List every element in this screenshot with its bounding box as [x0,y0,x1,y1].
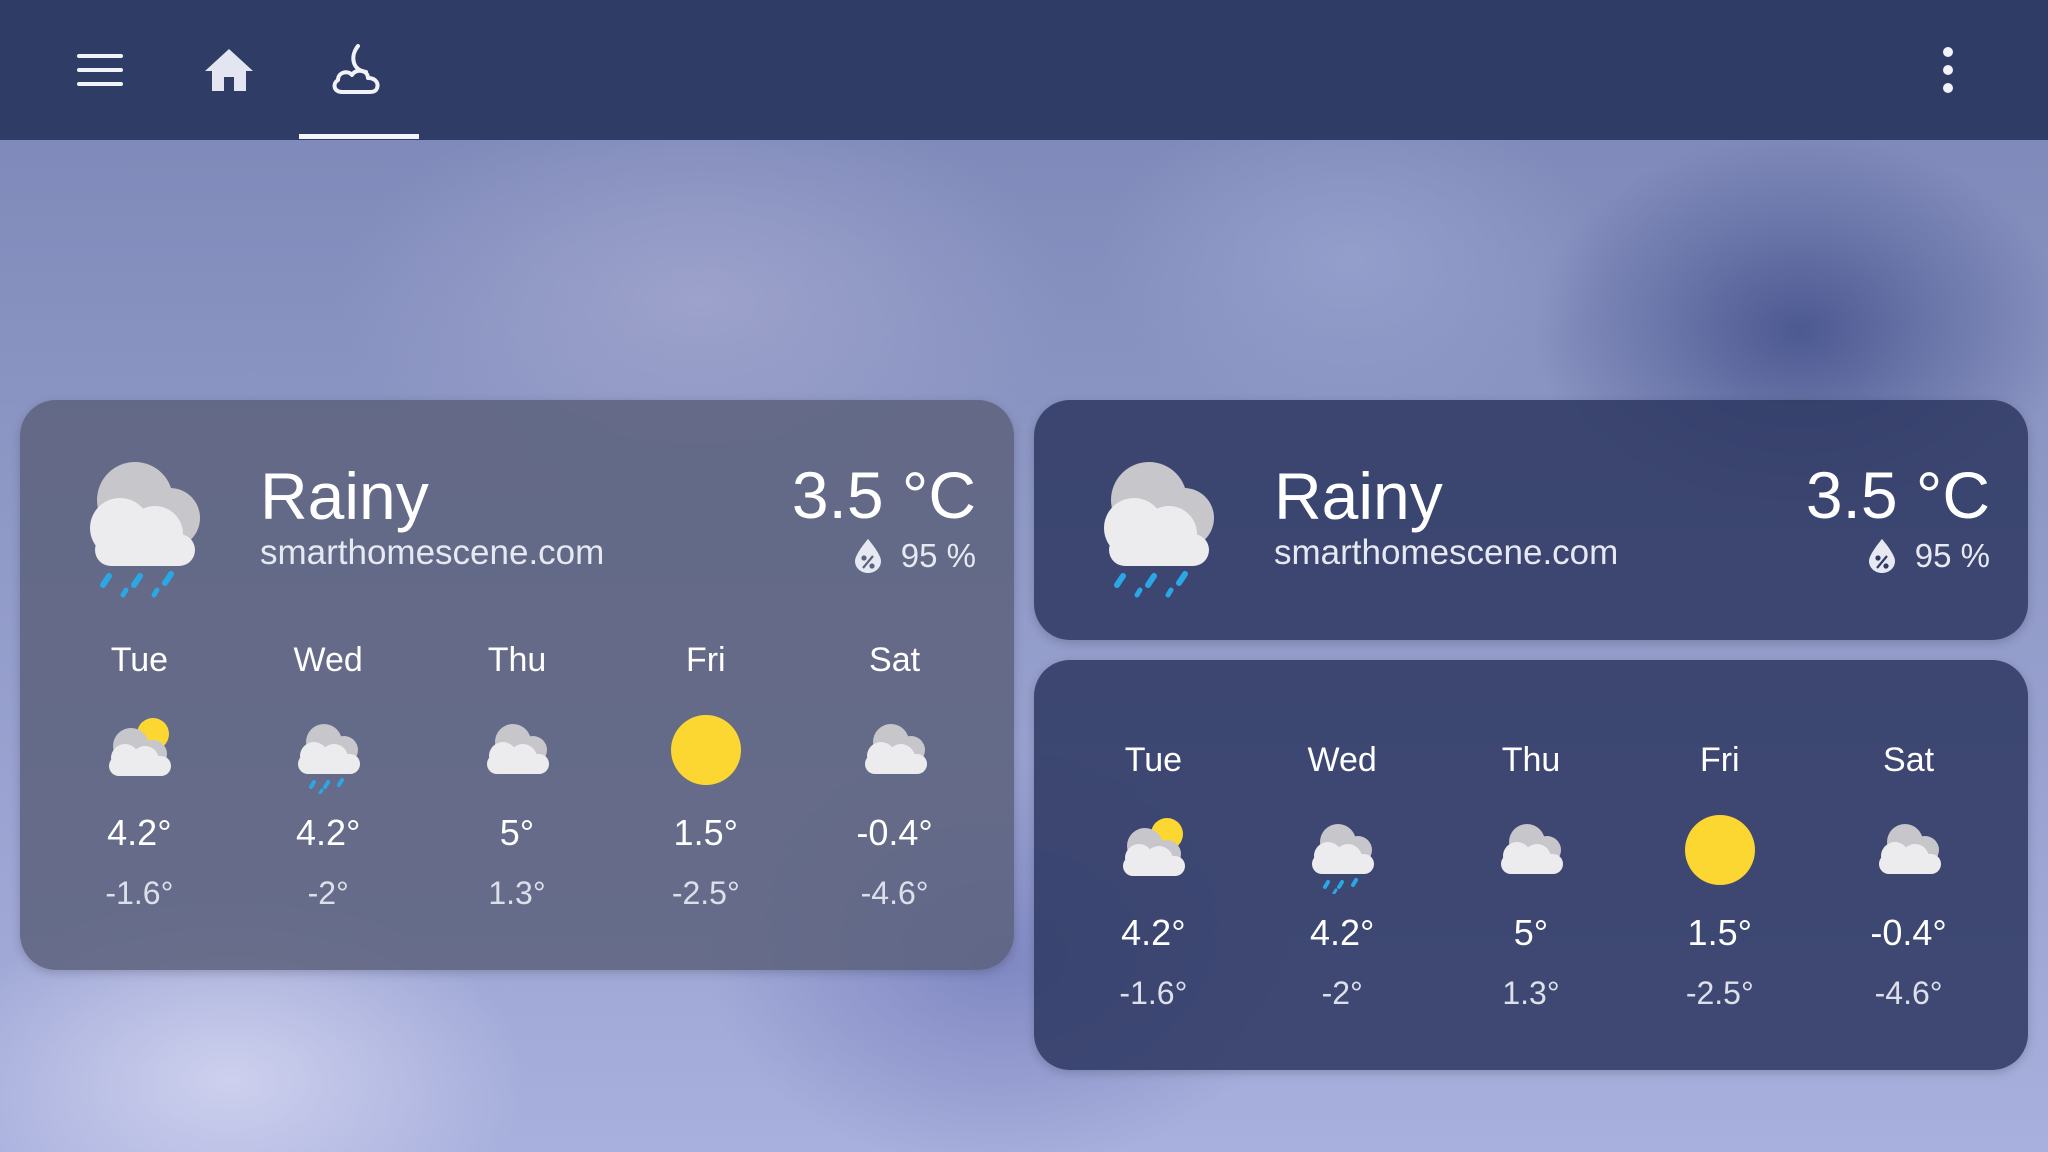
current-temperature: 3.5 °C [791,458,976,532]
cloudy-icon [1500,824,1563,874]
menu-button[interactable] [68,38,132,102]
more-vertical-icon [1943,47,1953,93]
app-toolbar [0,0,2048,140]
forecast-day: Sat -0.4° -4.6° [820,640,970,912]
active-tab-indicator [299,134,419,139]
partly-cloudy-icon [109,718,172,776]
high-temp: -0.4° [856,812,933,853]
high-temp: 5° [499,812,535,853]
weather-night-partly-cloudy-icon [332,44,380,94]
partly-cloudy-icon [1123,818,1186,876]
high-temp: 4.2° [107,812,172,853]
low-temp: -2° [307,875,349,911]
high-temp: 4.2° [1309,912,1375,953]
current-condition: Rainy [1274,459,1443,533]
day-name: Wed [1307,741,1377,779]
forecast-card[interactable]: Tue 4.2° -1.6° Wed 4.2° -2° Thu 5° 1.3° … [1034,660,2028,1070]
day-name: Sat [1883,741,1935,779]
forecast-day: Fri 1.5° -2.5° [1645,740,1795,1012]
sunny-icon [670,715,741,785]
weather-source: smarthomescene.com [260,533,605,572]
cloudy-icon [1878,824,1941,874]
low-temp: -2.5° [1685,975,1754,1011]
forecast-row: Tue 4.2° -1.6° Wed 4.2° -2° Thu 5° 1.3° … [20,640,1014,912]
current-condition: Rainy [260,459,429,533]
cloudy-icon [486,724,549,774]
rain-cloud-icon [298,724,361,794]
low-temp: 1.3° [488,875,546,911]
forecast-day: Wed 4.2° -2° [1267,740,1417,1012]
forecast-row: Tue 4.2° -1.6° Wed 4.2° -2° Thu 5° 1.3° … [1034,740,2028,1012]
rainy-cloud-icon [90,462,200,598]
day-name: Fri [1699,741,1740,779]
high-temp: -0.4° [1870,912,1947,953]
weather-forecast-card[interactable]: Rainy smarthomescene.com 3.5 °C 95 % Tue… [20,400,1014,970]
low-temp: -2° [1321,975,1363,1011]
forecast-day: Fri 1.5° -2.5° [631,640,781,912]
day-name: Tue [110,641,169,679]
humidity-drop-icon [1868,539,1895,573]
forecast-day: Sat -0.4° -4.6° [1834,740,1984,1012]
humidity-value: 95 % [900,537,976,574]
humidity-readout: 95 % [853,536,976,576]
rain-cloud-icon [1312,824,1375,894]
current-weather-card[interactable]: Rainy smarthomescene.com 3.5 °C 95 % [1034,400,2028,640]
high-temp: 4.2° [295,812,361,853]
day-name: Thu [1501,741,1561,779]
day-name: Fri [685,641,726,679]
day-name: Tue [1124,741,1183,779]
forecast-day: Wed 4.2° -2° [253,640,403,912]
home-icon [205,49,253,91]
forecast-day: Tue 4.2° -1.6° [1078,740,1228,1012]
low-temp: -1.6° [105,875,174,911]
more-options-button[interactable] [1916,38,1980,102]
weather-tab[interactable] [326,38,390,102]
current-temperature: 3.5 °C [1805,458,1990,532]
humidity-readout: 95 % [1867,536,1990,576]
low-temp: -2.5° [671,875,740,911]
cloudy-icon [864,724,927,774]
low-temp: -4.6° [860,875,929,911]
weather-source: smarthomescene.com [1274,533,1619,572]
rainy-cloud-icon [1104,462,1214,598]
high-temp: 4.2° [1121,912,1186,953]
sunny-icon [1684,815,1755,885]
low-temp: -4.6° [1874,975,1943,1011]
high-temp: 1.5° [673,812,738,853]
humidity-value: 95 % [1914,537,1990,574]
forecast-day: Tue 4.2° -1.6° [64,640,214,912]
low-temp: -1.6° [1119,975,1188,1011]
day-name: Sat [869,641,921,679]
day-name: Thu [487,641,547,679]
home-tab[interactable] [197,38,261,102]
menu-icon [77,54,123,86]
forecast-day: Thu 5° 1.3° [1456,740,1606,1012]
high-temp: 5° [1513,912,1549,953]
low-temp: 1.3° [1502,975,1560,1011]
high-temp: 1.5° [1687,912,1752,953]
day-name: Wed [293,641,363,679]
forecast-day: Thu 5° 1.3° [442,640,592,912]
humidity-drop-icon [854,539,881,573]
